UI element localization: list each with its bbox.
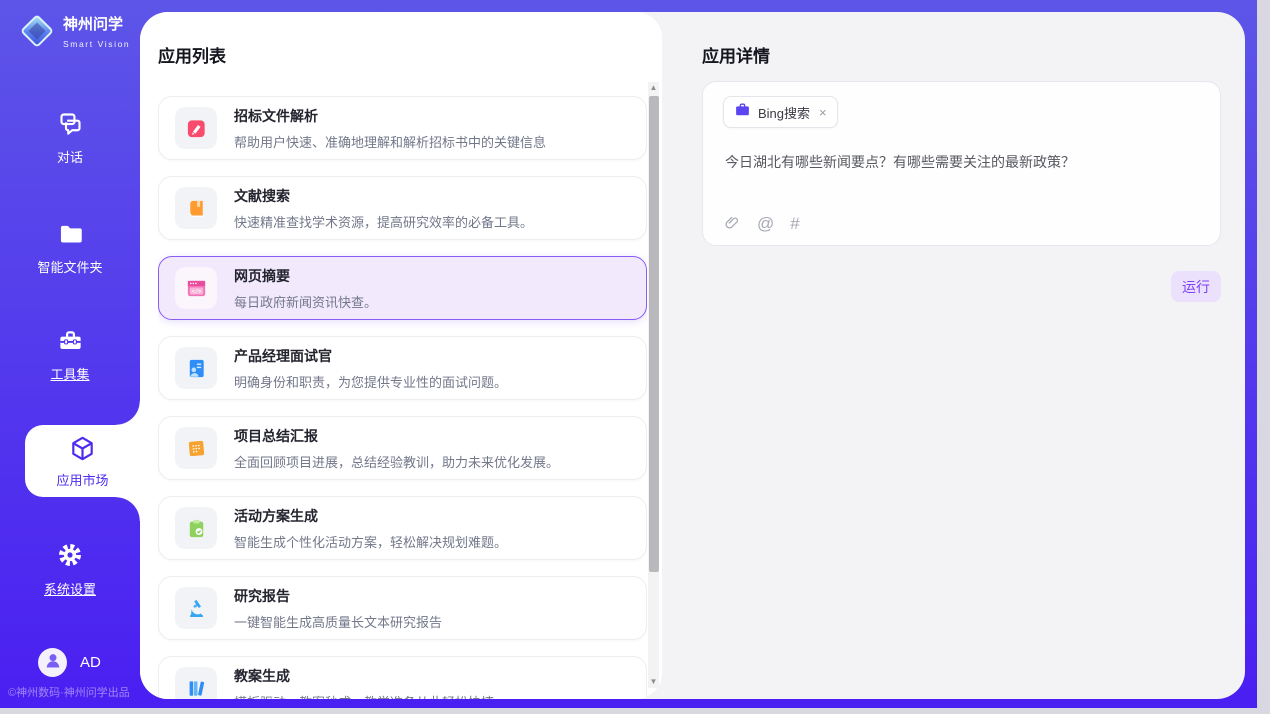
hash-icon[interactable]: # <box>790 215 799 232</box>
app-desc: 快速精准查找学术资源，提高研究效率的必备工具。 <box>234 212 533 231</box>
run-button[interactable]: 运行 <box>1171 271 1221 302</box>
list-item-event-plan[interactable]: 活动方案生成 智能生成个性化活动方案，轻松解决规划难题。 <box>158 496 647 560</box>
tool-chip-bing-search[interactable]: Bing搜索 × <box>723 96 838 128</box>
composer-toolbar: @ # <box>723 214 800 232</box>
app-detail-title: 应用详情 <box>702 42 770 67</box>
prompt-card: Bing搜索 × 今日湖北有哪些新闻要点？有哪些需要关注的最新政策？ @ # <box>702 81 1221 246</box>
copyright-text: ©神州数码·神州问学出品 <box>8 684 130 700</box>
app-detail-panel: 应用详情 Bing搜索 × 今日湖北有哪些新闻要点？有哪些需要关注的最新政策？ … <box>662 12 1245 699</box>
chat-icon <box>57 110 84 138</box>
app-name: 文献搜索 <box>234 186 533 206</box>
scroll-up-icon[interactable]: ▲ <box>648 82 659 94</box>
list-scrollbar[interactable]: ▲ ▼ <box>648 82 659 688</box>
sidebar-item-smart-folder[interactable]: 智能文件夹 <box>0 220 140 276</box>
pen-square-icon <box>175 107 217 149</box>
person-doc-icon <box>175 347 217 389</box>
sidebar-item-label: 对话 <box>0 147 140 166</box>
sidebar-item-label: 应用市场 <box>25 470 140 489</box>
brand-tagline: Smart Vision <box>63 39 130 49</box>
sidebar-item-label: 系统设置 <box>0 579 140 598</box>
close-icon[interactable]: × <box>819 105 827 120</box>
active-tab-curve-bottom <box>116 497 140 521</box>
toolbox-icon <box>57 327 84 355</box>
app-desc: 全面回顾项目进展，总结经验教训，助力未来优化发展。 <box>234 452 559 471</box>
query-input[interactable]: 今日湖北有哪些新闻要点？有哪些需要关注的最新政策？ <box>725 152 1200 172</box>
sidebar-item-chat[interactable]: 对话 <box>0 110 140 166</box>
app-desc: 每日政府新闻资讯快查。 <box>234 292 377 311</box>
sidebar-item-label: 工具集 <box>0 364 140 383</box>
avatar <box>38 648 67 677</box>
brand-name: 神州问学 <box>63 16 123 33</box>
sidebar: 神州问学 Smart Vision 对话 智能文件夹 工具集 应用市场 系统设置 <box>0 0 140 708</box>
list-item-project-summary[interactable]: 项目总结汇报 全面回顾项目进展，总结经验教训，助力未来优化发展。 <box>158 416 647 480</box>
note-icon <box>175 427 217 469</box>
app-name: 网页摘要 <box>234 266 377 286</box>
list-item-research-report[interactable]: 研究报告 一键智能生成高质量长文本研究报告 <box>158 576 647 640</box>
app-desc: 智能生成个性化活动方案，轻松解决规划难题。 <box>234 532 507 551</box>
folder-icon <box>57 220 84 248</box>
gear-icon <box>56 541 84 569</box>
app-list-title: 应用列表 <box>158 42 226 67</box>
main-content: 应用列表 招标文件解析 帮助用户快速、准确地理解和解析招标书中的关键信息 文献搜… <box>140 12 1245 699</box>
user-account[interactable]: AD <box>38 648 101 677</box>
briefcase-icon <box>734 101 751 123</box>
clipboard-check-icon <box>175 507 217 549</box>
book-icon <box>175 187 217 229</box>
svg-text:</>: </> <box>191 288 201 294</box>
brand-logo: 神州问学 Smart Vision <box>19 13 140 54</box>
app-list: 招标文件解析 帮助用户快速、准确地理解和解析招标书中的关键信息 文献搜索 快速精… <box>158 96 647 699</box>
sidebar-item-toolset[interactable]: 工具集 <box>0 327 140 383</box>
list-item-lesson-plan[interactable]: 教案生成 模板驱动，教案秒成，教学准备从此轻松快捷 <box>158 656 647 699</box>
list-item-web-summary-selected[interactable]: </> 网页摘要 每日政府新闻资讯快查。 <box>158 256 647 320</box>
browser-code-icon: </> <box>175 267 217 309</box>
at-mention-icon[interactable]: @ <box>757 215 774 232</box>
app-name: 研究报告 <box>234 586 442 606</box>
scrollbar-thumb[interactable] <box>649 96 659 572</box>
list-item-bid-analysis[interactable]: 招标文件解析 帮助用户快速、准确地理解和解析招标书中的关键信息 <box>158 96 647 160</box>
sidebar-item-system-settings[interactable]: 系统设置 <box>0 541 140 598</box>
app-name: 产品经理面试官 <box>234 346 507 366</box>
list-item-literature-search[interactable]: 文献搜索 快速精准查找学术资源，提高研究效率的必备工具。 <box>158 176 647 240</box>
tool-chip-label: Bing搜索 <box>758 103 810 122</box>
paperclip-icon[interactable] <box>723 214 741 232</box>
sidebar-item-label: 智能文件夹 <box>0 257 140 276</box>
active-tab-curve-top <box>116 401 140 425</box>
sidebar-item-app-market-active[interactable]: 应用市场 <box>25 425 140 497</box>
app-desc: 一键智能生成高质量长文本研究报告 <box>234 612 442 631</box>
scroll-down-icon[interactable]: ▼ <box>648 676 659 688</box>
user-initials: AD <box>80 654 101 671</box>
app-desc: 明确身份和职责，为您提供专业性的面试问题。 <box>234 372 507 391</box>
list-item-pm-interviewer[interactable]: 产品经理面试官 明确身份和职责，为您提供专业性的面试问题。 <box>158 336 647 400</box>
books-icon <box>175 667 217 699</box>
app-name: 招标文件解析 <box>234 106 546 126</box>
brand-diamond-icon <box>19 13 55 54</box>
app-name: 教案生成 <box>234 666 494 686</box>
cube-icon <box>68 434 97 464</box>
microscope-icon <box>175 587 217 629</box>
app-desc: 模板驱动，教案秒成，教学准备从此轻松快捷 <box>234 692 494 700</box>
person-icon <box>43 650 63 675</box>
app-name: 项目总结汇报 <box>234 426 559 446</box>
app-desc: 帮助用户快速、准确地理解和解析招标书中的关键信息 <box>234 132 546 151</box>
app-list-panel: 应用列表 招标文件解析 帮助用户快速、准确地理解和解析招标书中的关键信息 文献搜… <box>140 12 662 699</box>
app-window: 神州问学 Smart Vision 对话 智能文件夹 工具集 应用市场 系统设置 <box>0 0 1257 708</box>
app-name: 活动方案生成 <box>234 506 507 526</box>
